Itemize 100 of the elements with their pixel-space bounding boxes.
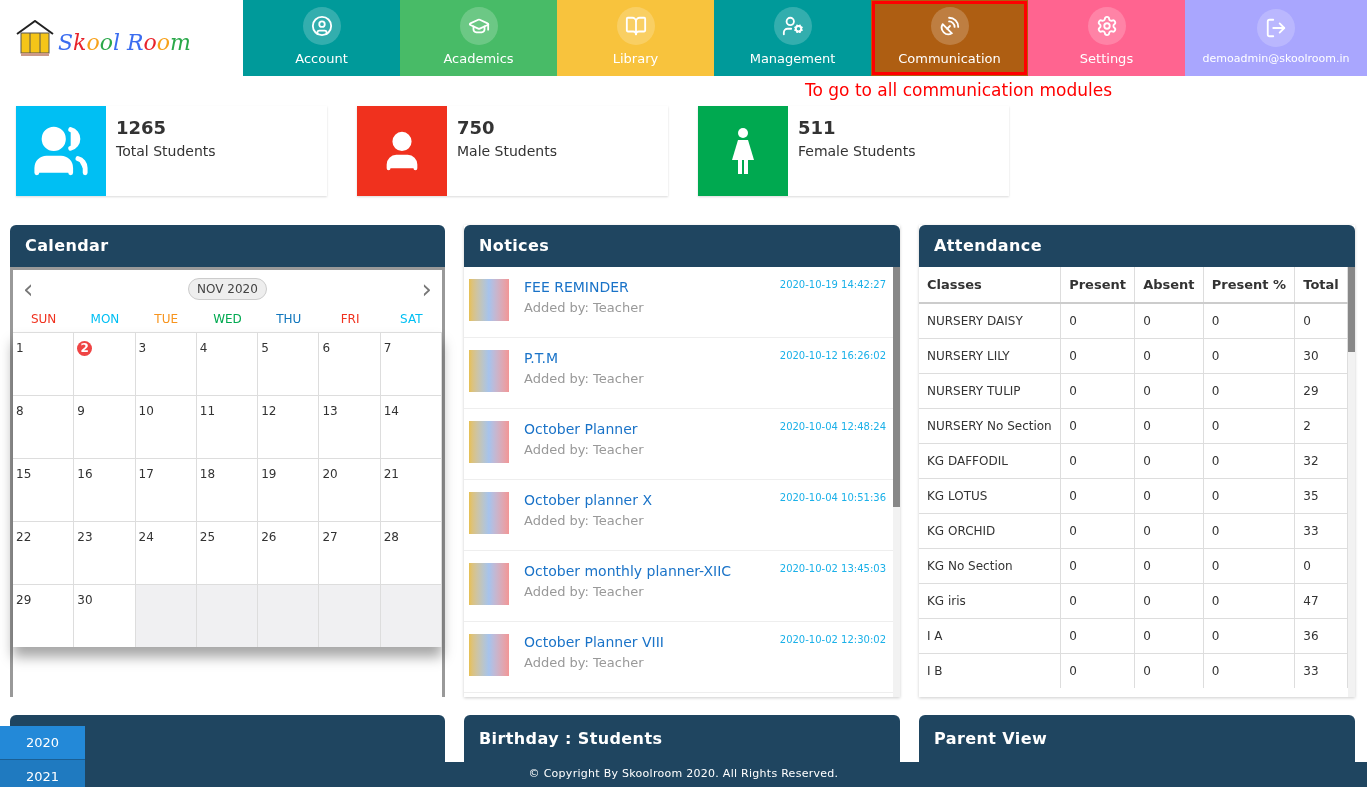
woman-icon	[730, 128, 756, 174]
notice-time: 2020-10-19 14:42:27	[779, 278, 887, 292]
day-number: 7	[383, 341, 392, 355]
calendar-day-cell[interactable]: 18	[196, 458, 259, 521]
table-cell: 0	[1134, 618, 1204, 653]
notice-title[interactable]: October monthly planner-XIIC	[524, 561, 780, 582]
day-number: 20	[322, 467, 338, 481]
scrollbar[interactable]	[893, 267, 900, 697]
calendar-day-cell[interactable]: 7	[380, 332, 442, 395]
calendar-day-cell[interactable]: 19	[258, 458, 320, 521]
table-cell: 35	[1294, 478, 1348, 513]
table-cell: KG No Section	[919, 548, 1061, 583]
calendar-day-cell[interactable]: 28	[380, 521, 442, 584]
calendar-day-cell[interactable]: 6	[319, 332, 381, 395]
calendar-day-cell[interactable]: 5	[258, 332, 320, 395]
table-cell: 0	[1060, 513, 1135, 548]
stat-label: Male Students	[457, 142, 558, 161]
day-number: 4	[199, 341, 208, 355]
notice-author: Added by: Teacher	[524, 370, 645, 388]
day-number: 19	[261, 467, 277, 481]
notice-title[interactable]: October Planner VIII	[524, 632, 780, 653]
stat-value: 511	[798, 116, 837, 140]
notice-time: 2020-10-02 13:45:03	[779, 562, 887, 576]
year-option[interactable]: 2020	[0, 726, 85, 760]
scrollbar[interactable]	[1348, 267, 1355, 697]
notice-time: 2020-10-04 10:51:36	[779, 491, 887, 505]
calendar-day-cell[interactable]: 1	[13, 332, 75, 395]
notice-author: Added by: Teacher	[524, 583, 645, 601]
calendar-day-cell[interactable]: 29	[13, 584, 75, 647]
day-number: 11	[199, 404, 216, 418]
table-cell: NURSERY DAISY	[919, 303, 1061, 338]
calendar-day-cell[interactable]: 23	[74, 521, 136, 584]
day-number: 9	[77, 404, 85, 418]
table-cell: 29	[1294, 373, 1348, 408]
table-cell: 0	[1134, 653, 1204, 688]
calendar-day-cell[interactable]: 25	[196, 521, 259, 584]
next-month-button[interactable]: ›	[421, 276, 432, 302]
logo-text: Skool Room	[58, 28, 191, 57]
calendar-day-cell[interactable]: 20	[319, 458, 381, 521]
table-cell: NURSERY LILY	[919, 338, 1061, 373]
table-cell: 47	[1294, 583, 1348, 618]
calendar-day-cell[interactable]: 3	[135, 332, 197, 395]
notice-title[interactable]: FEE REMINDER	[524, 277, 780, 298]
calendar-day-cell[interactable]: 4	[196, 332, 259, 395]
notice-thumbnail	[469, 279, 509, 321]
notice-thumbnail	[469, 492, 509, 534]
day-number: 16	[77, 467, 93, 481]
table-cell: 32	[1294, 443, 1348, 478]
day-number: 26	[261, 530, 277, 544]
calendar-day-cell[interactable]: 21	[380, 458, 442, 521]
calendar-day-cell[interactable]: 11	[196, 395, 259, 458]
table-cell: 0	[1134, 408, 1204, 443]
day-number: 1	[16, 341, 24, 355]
notice-item[interactable]: P.T.M Added by: Teacher 2020-10-12 16:26:02	[464, 338, 893, 409]
table-cell: 0	[1294, 548, 1348, 583]
day-number: 6	[322, 341, 331, 355]
table-cell: I B	[919, 653, 1061, 688]
notice-title[interactable]: October Planner	[524, 419, 780, 440]
notice-item[interactable]: October monthly planner-XIIC Added by: Teacher 2020-10-02 13:45:03	[464, 551, 893, 622]
month-label[interactable]: NOV 2020	[188, 278, 267, 300]
day-number: 24	[138, 530, 154, 544]
calendar-day-cell[interactable]: 2	[74, 332, 136, 395]
notice-title[interactable]: October planner X	[524, 490, 780, 511]
table-cell: 0	[1134, 548, 1204, 583]
table-cell: 33	[1294, 653, 1348, 688]
calendar-day-cell[interactable]: 12	[258, 395, 320, 458]
column-header: Present %	[1203, 267, 1295, 303]
calendar-day-cell[interactable]: 27	[319, 521, 381, 584]
day-number: 5	[261, 341, 269, 355]
prev-month-button[interactable]: ‹	[23, 276, 34, 302]
table-cell: KG DAFFODIL	[919, 443, 1061, 478]
calendar-day-cell[interactable]: 15	[13, 458, 75, 521]
calendar-day-cell[interactable]: 16	[74, 458, 136, 521]
table-cell: 0	[1060, 618, 1135, 653]
calendar-day-cell[interactable]: 13	[319, 395, 381, 458]
year-option[interactable]: 2021	[0, 760, 85, 787]
calendar-day-cell[interactable]: 24	[135, 521, 197, 584]
table-cell: 0	[1060, 303, 1135, 338]
calendar-day-cell[interactable]: 30	[74, 584, 136, 647]
calendar-day-cell[interactable]: 10	[135, 395, 197, 458]
table-cell: KG LOTUS	[919, 478, 1061, 513]
calendar-day-cell[interactable]: 22	[13, 521, 75, 584]
user-gear-icon	[781, 15, 804, 38]
weekday-label: FRI	[339, 311, 361, 328]
table-cell: 0	[1203, 583, 1295, 618]
table-cell: 0	[1203, 303, 1295, 338]
calendar-day-cell[interactable]: 8	[13, 395, 75, 458]
notice-item[interactable]: October Planner VIII Added by: Teacher 2020-10-02 12:30:02	[464, 622, 893, 693]
notice-item[interactable]: FEE REMINDER Added by: Teacher 2020-10-19 14:42:27	[464, 267, 893, 338]
settings-icon	[1095, 15, 1118, 38]
calendar-day-cell[interactable]: 17	[135, 458, 197, 521]
calendar-day-cell[interactable]: 14	[380, 395, 442, 458]
calendar-day-cell[interactable]: 9	[74, 395, 136, 458]
notice-title[interactable]: P.T.M	[524, 348, 780, 369]
notice-item[interactable]: October planner X Added by: Teacher 2020-10-04 10:51:36	[464, 480, 893, 551]
table-cell: 0	[1134, 478, 1204, 513]
calendar-day-cell[interactable]: 26	[258, 521, 320, 584]
table-cell: KG ORCHID	[919, 513, 1061, 548]
panel-title: Calendar	[25, 235, 109, 257]
notice-item[interactable]: October Planner Added by: Teacher 2020-10-04 12:48:24	[464, 409, 893, 480]
